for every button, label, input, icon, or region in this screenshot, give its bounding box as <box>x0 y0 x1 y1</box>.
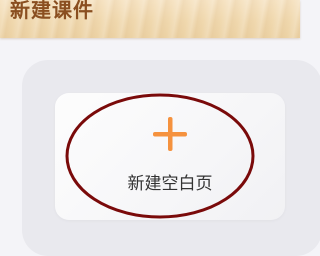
page-title: 新建课件 <box>10 0 94 22</box>
new-blank-page-label: 新建空白页 <box>127 174 213 194</box>
header-bar: 新建课件 <box>0 0 300 38</box>
new-blank-page-button[interactable]: 新建空白页 <box>55 93 285 220</box>
plus-icon <box>151 115 189 153</box>
